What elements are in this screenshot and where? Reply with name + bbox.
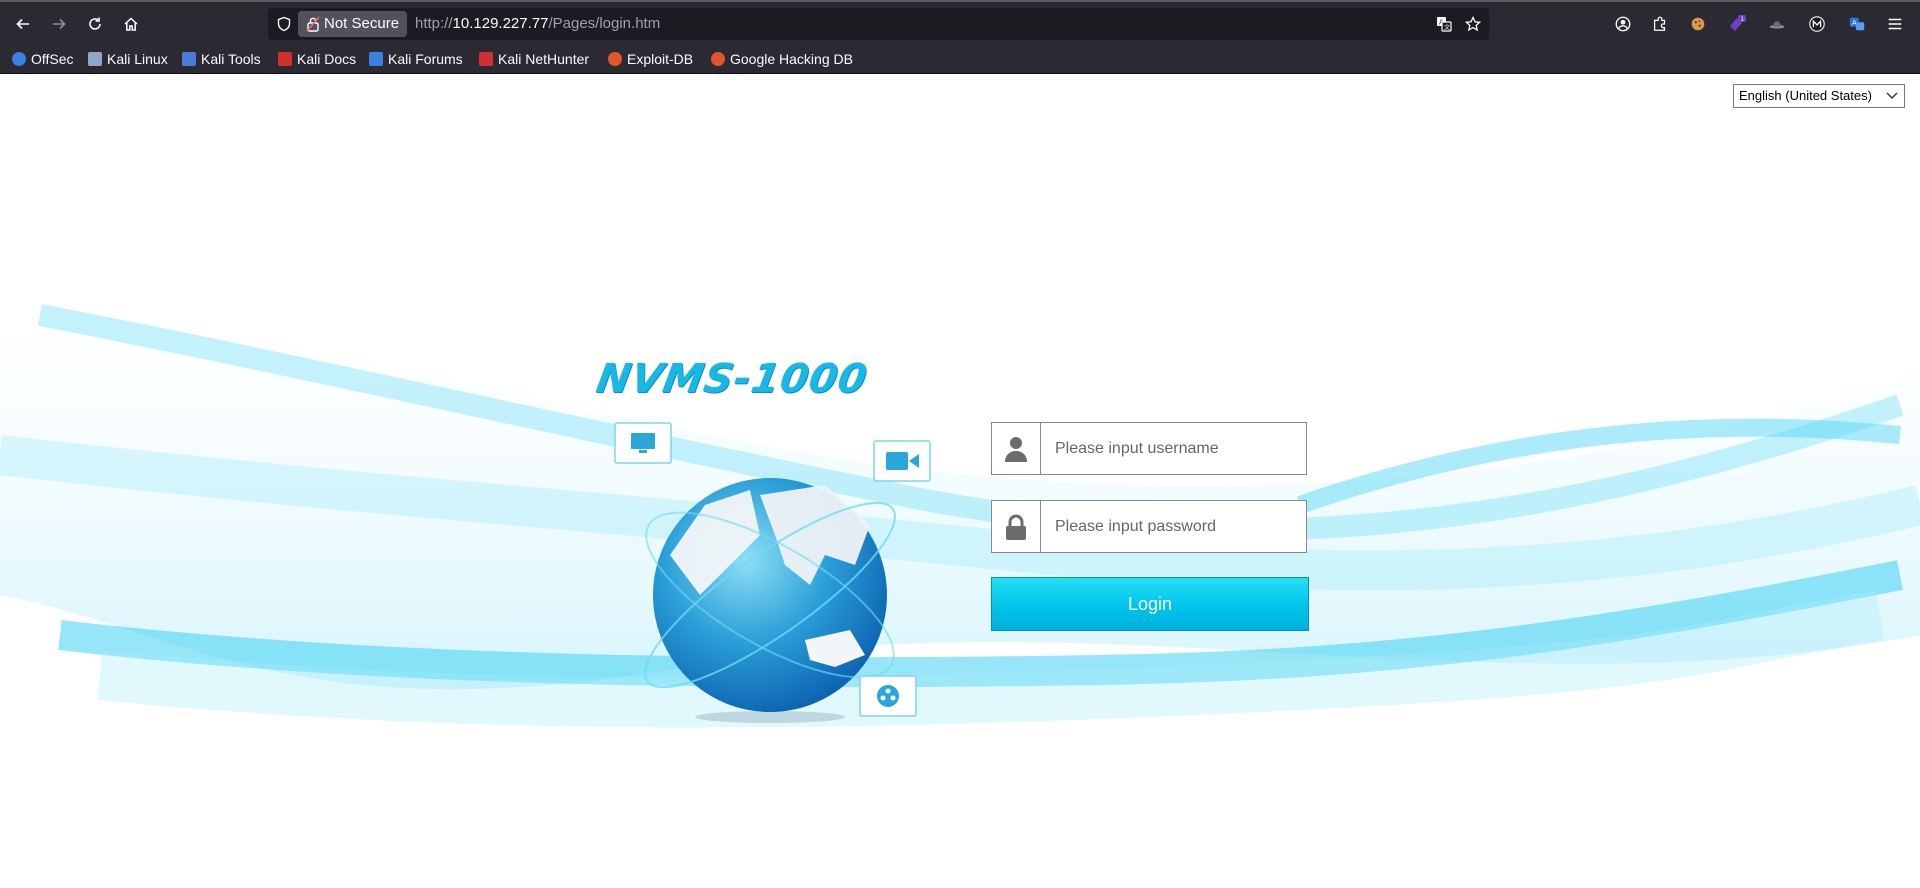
bookmark-kali-docs[interactable]: Kali Docs: [278, 44, 356, 74]
bookmark-label: Kali Forums: [388, 51, 463, 67]
bookmark-google-hacking-db[interactable]: Google Hacking DB: [711, 44, 853, 74]
shield-icon[interactable]: [276, 16, 292, 32]
svg-text:文: 文: [1444, 24, 1450, 32]
badge-extension-icon[interactable]: 1: [1727, 14, 1747, 34]
arrow-right-icon: [53, 18, 66, 30]
home-icon: [124, 17, 138, 31]
kali-docs-icon: [278, 52, 292, 66]
hat-extension-icon[interactable]: [1767, 14, 1787, 34]
bookmark-label: Kali NetHunter: [498, 51, 590, 67]
globe-illustration: [614, 422, 931, 723]
broken-lock-icon: [306, 16, 320, 32]
kali-nethunter-icon: [479, 52, 493, 66]
svg-text:1: 1: [1740, 16, 1744, 23]
extensions-icon[interactable]: [1650, 14, 1670, 34]
ghdb-icon: [711, 52, 725, 66]
url-path: /Pages/login.htm: [548, 15, 661, 32]
bookmark-kali-linux[interactable]: Kali Linux: [88, 44, 168, 74]
bookmark-label: Kali Docs: [297, 51, 357, 67]
menu-icon[interactable]: [1885, 14, 1905, 34]
cookie-extension-icon[interactable]: [1688, 14, 1708, 34]
url-scheme: http://: [415, 15, 453, 32]
reload-button[interactable]: [83, 12, 107, 36]
bookmark-label: Kali Linux: [107, 51, 168, 67]
background-wave: [0, 304, 1920, 728]
login-page: English (United States) NVMS-1000 Please…: [0, 75, 1920, 888]
language-value: English (United States): [1739, 88, 1872, 103]
bookmark-offsec[interactable]: OffSec: [12, 44, 74, 74]
bookmark-star-icon[interactable]: [1465, 16, 1481, 32]
monitor-icon: [614, 422, 672, 464]
chevron-down-icon: [1886, 92, 1898, 99]
login-button[interactable]: Login: [991, 577, 1309, 631]
kali-forums-icon: [369, 52, 383, 66]
bookmark-label: Exploit-DB: [627, 51, 694, 67]
browser-toolbar: Not Secure http://10.129.227.77/Pages/lo…: [0, 0, 1920, 44]
home-button[interactable]: [119, 12, 143, 36]
exploit-db-icon: [608, 52, 622, 66]
reload-icon: [89, 17, 101, 30]
bookmark-label: Google Hacking DB: [730, 51, 853, 67]
forward-button[interactable]: [47, 12, 71, 36]
language-select[interactable]: English (United States): [1733, 84, 1905, 108]
account-icon[interactable]: [1613, 14, 1633, 34]
film-reel-icon: [859, 675, 917, 717]
video-camera-icon: [873, 440, 931, 482]
not-secure-badge[interactable]: Not Secure: [298, 11, 408, 37]
product-logo: NVMS-1000: [592, 356, 872, 402]
not-secure-label: Not Secure: [324, 15, 400, 32]
username-input[interactable]: [1042, 423, 1306, 474]
arrow-left-icon: [16, 18, 29, 30]
bookmarks-toolbar: OffSec Kali Linux Kali Tools Kali Docs K…: [0, 44, 1920, 74]
url-text[interactable]: http://10.129.227.77/Pages/login.htm: [415, 8, 660, 40]
bookmark-kali-forums[interactable]: Kali Forums: [369, 44, 463, 74]
bookmark-label: Kali Tools: [201, 51, 261, 67]
m-extension-icon[interactable]: [1807, 14, 1827, 34]
kali-tools-icon: [182, 52, 196, 66]
lock-icon: [992, 501, 1041, 552]
user-icon: [992, 423, 1041, 474]
back-button[interactable]: [11, 12, 35, 36]
url-bar[interactable]: Not Secure http://10.129.227.77/Pages/lo…: [268, 8, 1489, 40]
translate-icon[interactable]: A文: [1436, 16, 1452, 32]
bookmark-label: OffSec: [31, 51, 74, 67]
bookmark-kali-tools[interactable]: Kali Tools: [182, 44, 261, 74]
bookmark-exploit-db[interactable]: Exploit-DB: [608, 44, 693, 74]
translator-extension-icon[interactable]: A: [1847, 14, 1867, 34]
offsec-icon: [12, 52, 26, 66]
password-input[interactable]: [1042, 501, 1306, 552]
bookmark-kali-nethunter[interactable]: Kali NetHunter: [479, 44, 589, 74]
url-host: 10.129.227.77: [452, 15, 549, 32]
password-field[interactable]: [991, 500, 1307, 553]
username-field[interactable]: [991, 422, 1307, 475]
kali-dragon-icon: [88, 52, 102, 66]
